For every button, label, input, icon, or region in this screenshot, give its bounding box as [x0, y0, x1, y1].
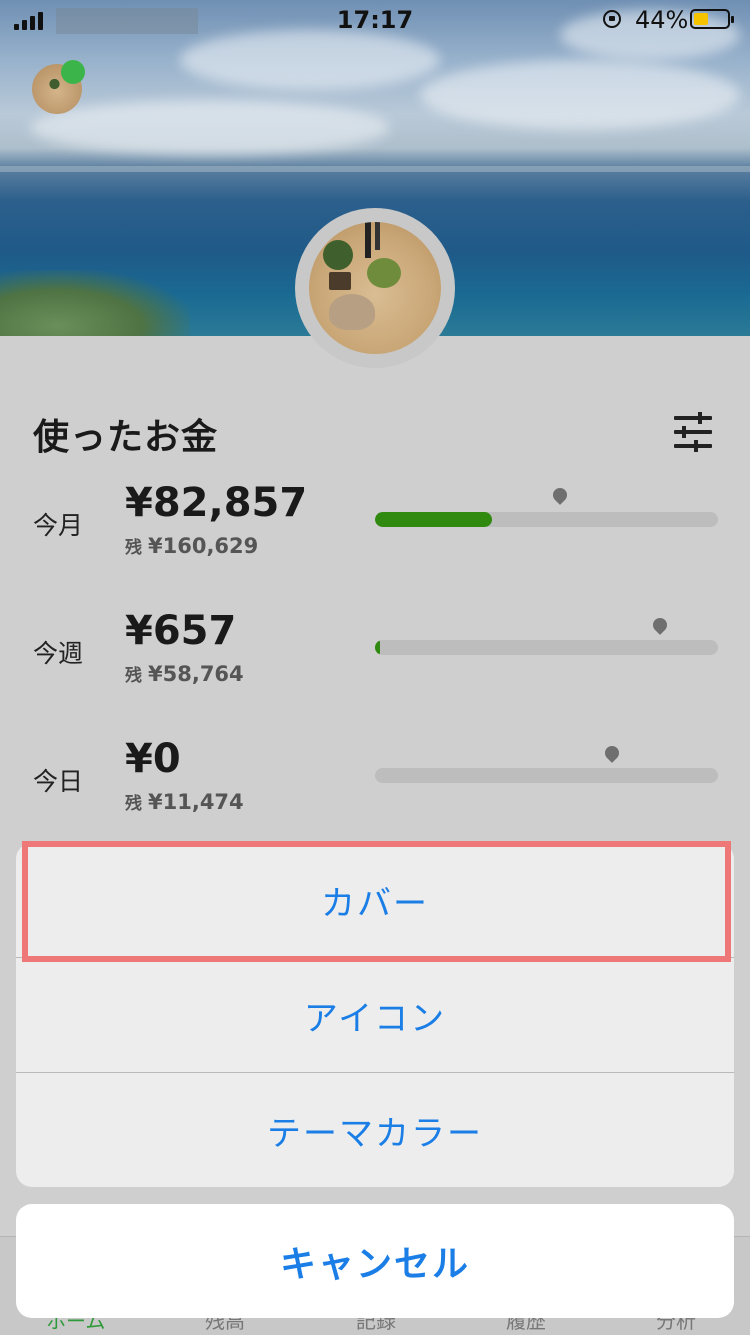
remain-value: ¥160,629	[148, 534, 259, 558]
horizon	[0, 166, 750, 172]
profile-avatar[interactable]	[309, 222, 441, 354]
battery-level	[694, 13, 708, 25]
foliage	[0, 270, 190, 336]
cloud	[30, 100, 390, 155]
row-remaining: 残 ¥58,764	[125, 661, 244, 686]
remain-prefix: 残	[125, 666, 142, 686]
row-amount: ¥657	[125, 608, 237, 654]
row-label: 今週	[33, 639, 84, 668]
action-icon-button[interactable]: アイコン	[16, 958, 734, 1072]
battery-icon	[690, 9, 734, 29]
budget-marker-icon	[649, 615, 670, 635]
avatar-detail	[365, 222, 371, 258]
remain-value: ¥11,474	[148, 790, 244, 814]
spending-row-week[interactable]: 今週 ¥657 残 ¥58,764	[0, 608, 750, 718]
remain-value: ¥58,764	[148, 662, 244, 686]
progress-track	[375, 768, 718, 783]
remain-prefix: 残	[125, 794, 142, 814]
rotation-lock-icon	[603, 10, 621, 28]
row-remaining: 残 ¥11,474	[125, 789, 244, 814]
highlight-box	[22, 841, 731, 962]
row-label: 今日	[33, 767, 84, 796]
avatar-detail	[323, 240, 353, 270]
progress-track	[375, 512, 718, 527]
progress-track	[375, 640, 718, 655]
progress-fill	[375, 640, 380, 655]
row-remaining: 残 ¥160,629	[125, 533, 258, 558]
avatar-detail	[329, 272, 351, 290]
sliders-icon[interactable]	[674, 412, 712, 452]
row-label: 今月	[33, 511, 84, 540]
action-theme-color-button[interactable]: テーマカラー	[16, 1073, 734, 1187]
row-amount: ¥82,857	[125, 480, 308, 526]
section-title: 使ったお金	[33, 417, 219, 458]
status-bar: 17:17 44%	[0, 0, 750, 40]
cloud	[420, 60, 740, 130]
remain-prefix: 残	[125, 538, 142, 558]
avatar-detail	[375, 222, 380, 250]
budget-marker-icon	[601, 743, 622, 763]
online-status-dot	[61, 60, 85, 84]
avatar-detail	[367, 258, 401, 288]
cancel-button[interactable]: キャンセル	[16, 1204, 734, 1318]
spending-row-month[interactable]: 今月 ¥82,857 残 ¥160,629	[0, 480, 750, 590]
row-amount: ¥0	[125, 736, 181, 782]
battery-percent: 44%	[635, 6, 689, 34]
progress-fill	[375, 512, 492, 527]
budget-marker-icon	[550, 485, 571, 505]
spending-row-today[interactable]: 今日 ¥0 残 ¥11,474	[0, 736, 750, 846]
avatar-detail	[329, 294, 375, 330]
